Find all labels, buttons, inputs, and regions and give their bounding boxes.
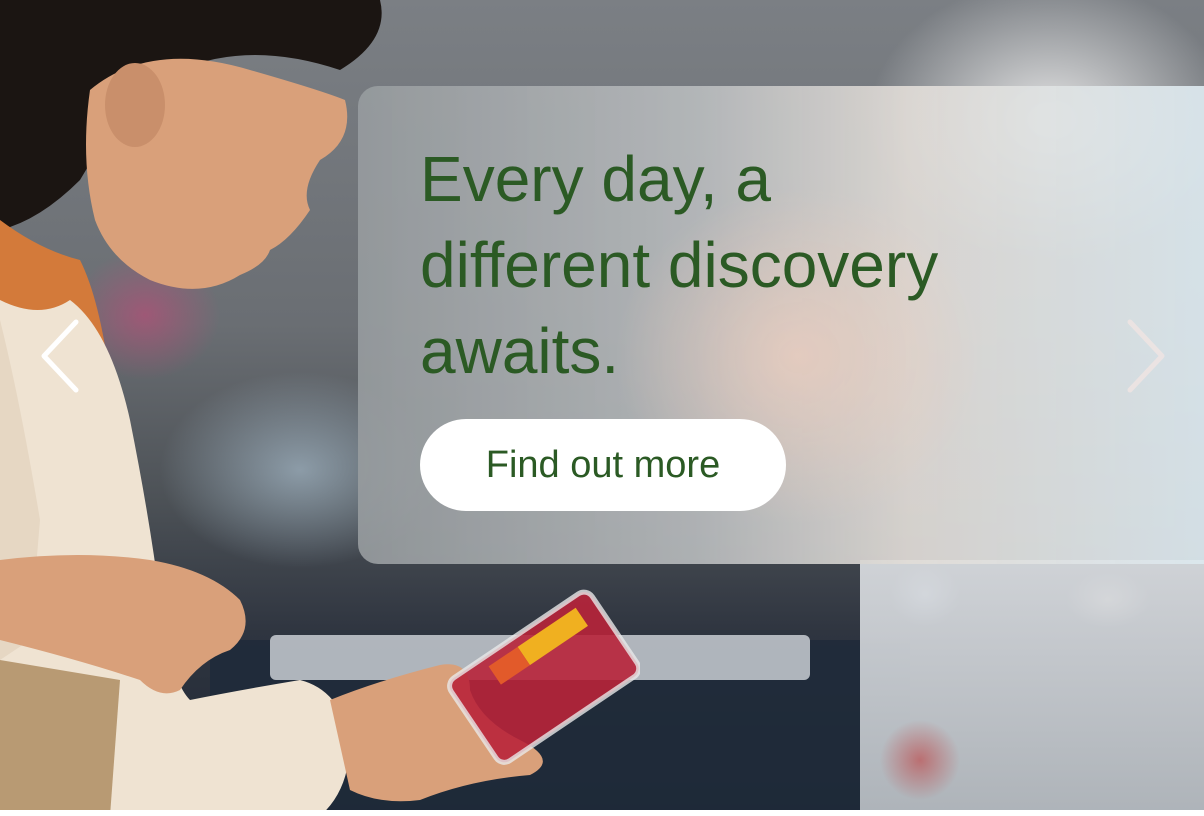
hero-banner: Every day, a different discovery awaits.…: [0, 0, 1204, 810]
headline-line: different discovery: [420, 229, 939, 301]
find-out-more-button[interactable]: Find out more: [420, 419, 786, 511]
background-blur: [880, 720, 960, 800]
hero-headline: Every day, a different discovery awaits.: [420, 136, 1060, 394]
headline-line: awaits.: [420, 315, 620, 387]
page-bottom-edge: [0, 810, 1204, 816]
carousel-prev-button[interactable]: [38, 318, 82, 394]
chevron-left-icon: [41, 319, 79, 393]
chevron-right-icon: [1127, 319, 1165, 393]
carousel-next-button[interactable]: [1124, 318, 1168, 394]
headline-line: Every day, a: [420, 143, 771, 215]
